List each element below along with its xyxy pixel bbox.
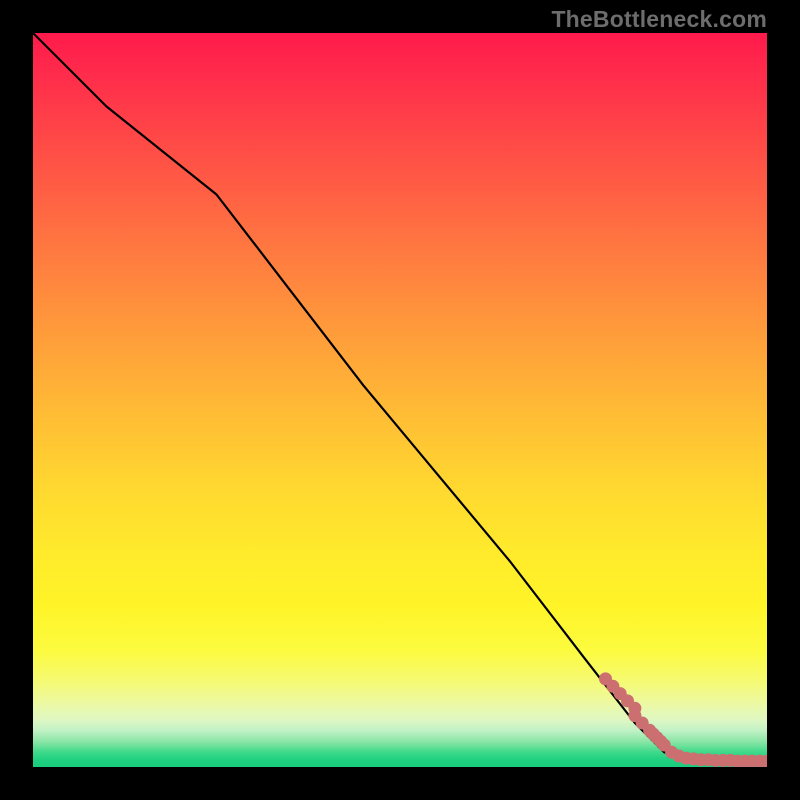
bottleneck-curve-line bbox=[33, 33, 767, 761]
sample-points-scatter bbox=[599, 672, 767, 767]
chart-frame: TheBottleneck.com bbox=[0, 0, 800, 800]
watermark-text: TheBottleneck.com bbox=[551, 6, 767, 33]
chart-overlay bbox=[33, 33, 767, 767]
plot-area bbox=[33, 33, 767, 767]
